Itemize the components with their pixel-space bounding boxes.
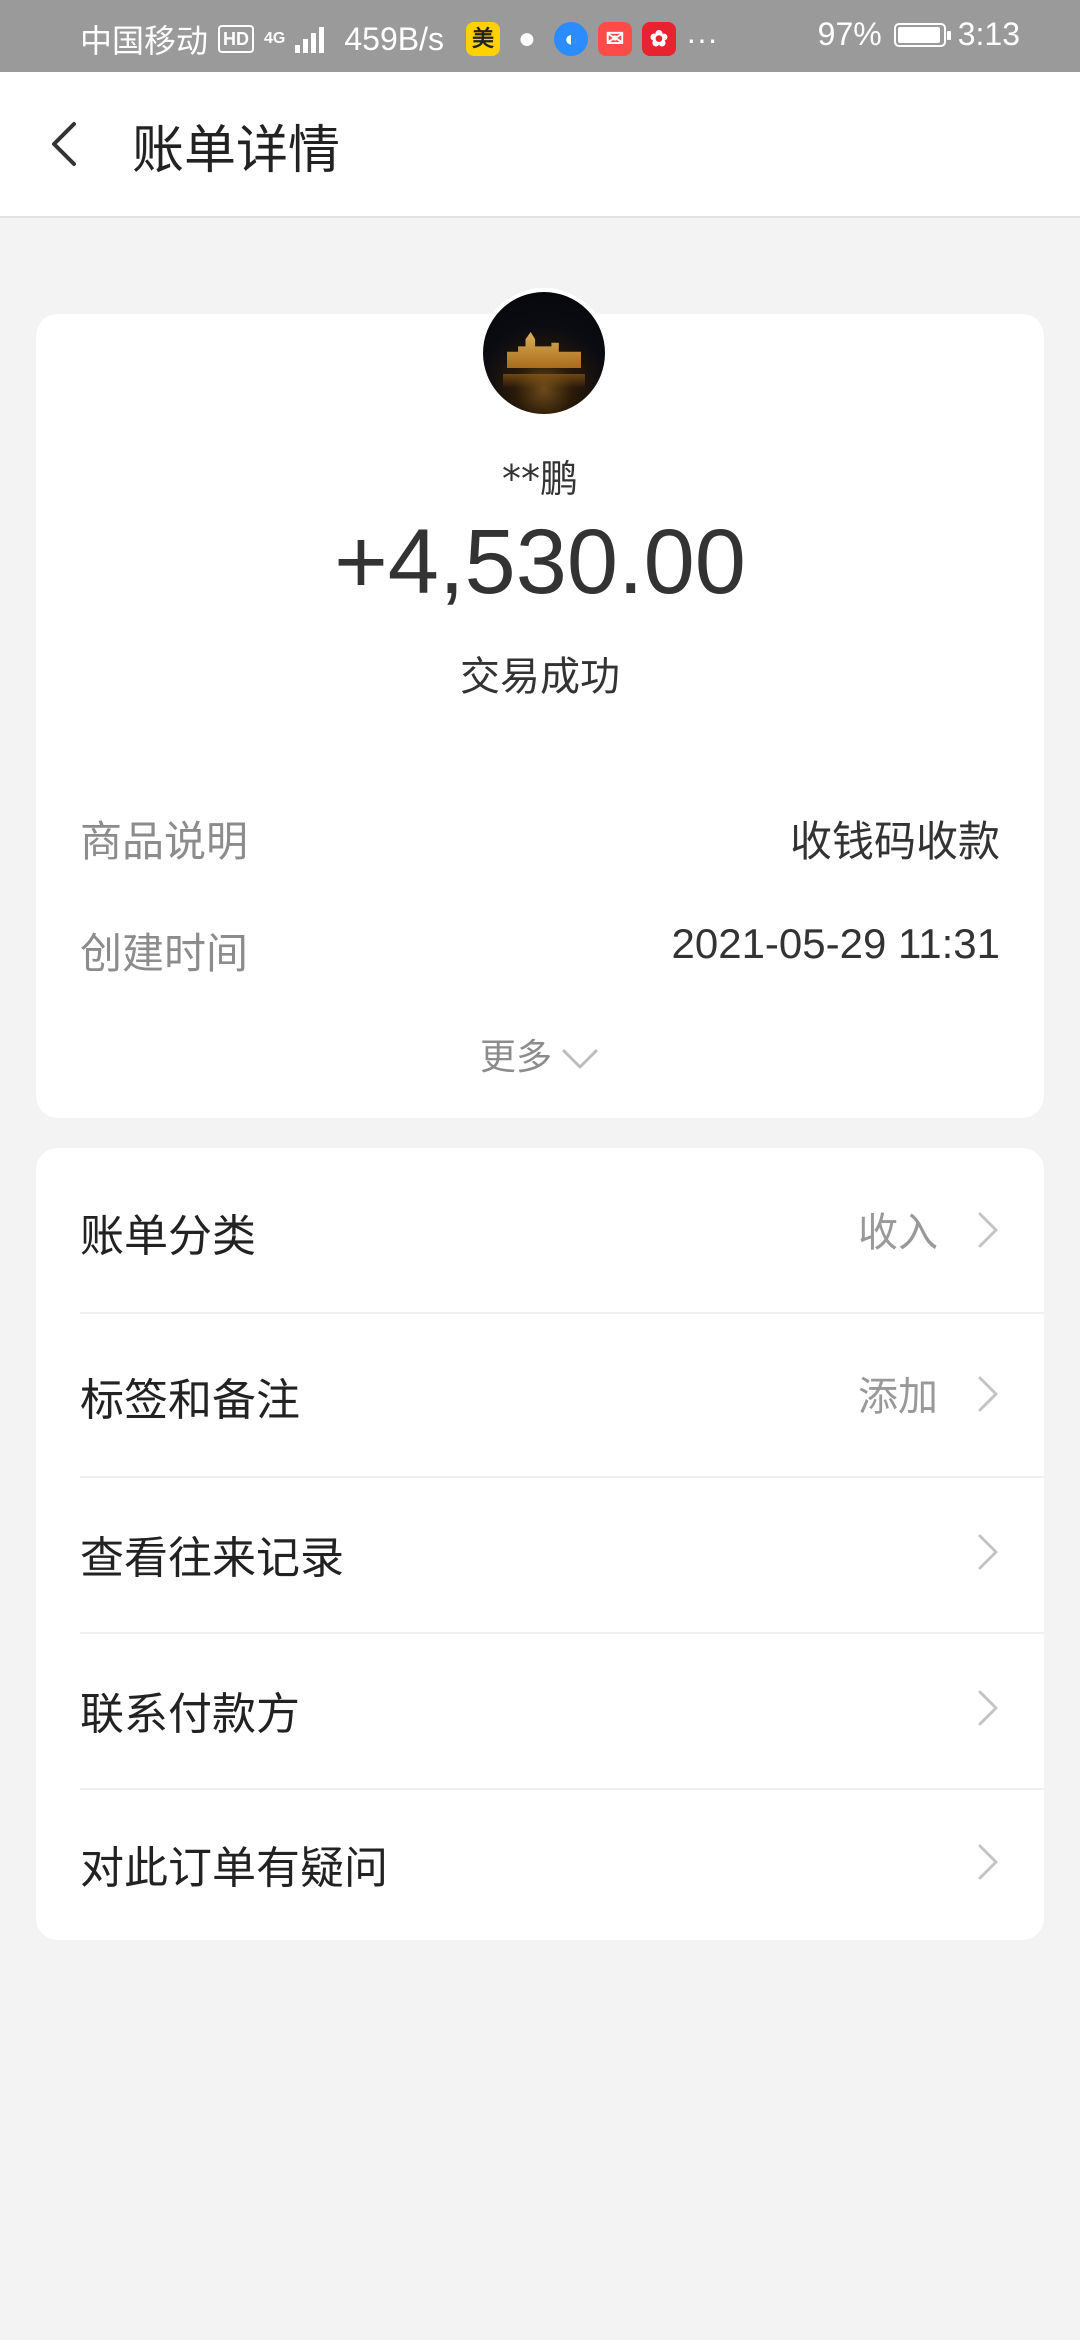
bill-actions-card: 账单分类 收入 标签和备注 添加 查看往来记录 联系付款方 对此订单有疑问 bbox=[36, 1148, 1044, 1940]
avatar-castle-image bbox=[507, 332, 581, 368]
status-bar-left: 中国移动 HD 4G 459B/s 美 ● ◐ ✉ ✿ ··· bbox=[80, 16, 718, 62]
battery-level-fill bbox=[897, 26, 941, 43]
menu-item-label: 账单分类 bbox=[80, 1211, 256, 1262]
page-title: 账单详情 bbox=[132, 121, 341, 181]
menu-item-label: 查看往来记录 bbox=[80, 1533, 344, 1584]
detail-row-description: 商品说明 收钱码收款 bbox=[80, 808, 1000, 868]
hd-icon: HD bbox=[218, 25, 255, 53]
chevron-right-icon bbox=[978, 1690, 998, 1726]
payer-name: **鹏 bbox=[501, 457, 578, 501]
menu-item-label: 对此订单有疑问 bbox=[80, 1843, 388, 1894]
avatar-reflection-image bbox=[503, 374, 585, 388]
mail-notification-icon: ✉ bbox=[597, 22, 632, 56]
transaction-amount: +4,530.00 bbox=[334, 511, 746, 613]
transaction-summary-card: **鹏 +4,530.00 交易成功 商品说明 收钱码收款 创建时间 2021-… bbox=[36, 288, 1044, 1118]
detail-row-created-time: 创建时间 2021-05-29 11:31 bbox=[80, 920, 1000, 980]
chevron-right-icon bbox=[978, 1212, 998, 1248]
menu-item-label: 联系付款方 bbox=[80, 1689, 300, 1740]
more-notifications-icon: ··· bbox=[685, 20, 718, 57]
transaction-status: 交易成功 bbox=[460, 654, 620, 700]
detail-value: 2021-05-29 11:31 bbox=[671, 920, 1001, 967]
signal-icon bbox=[295, 25, 325, 53]
status-bar-right: 97% 3:13 bbox=[818, 16, 1020, 53]
payer-avatar[interactable] bbox=[479, 288, 609, 418]
clock: 3:13 bbox=[957, 16, 1020, 52]
menu-item-value: 添加 bbox=[858, 1374, 938, 1420]
meituan-notification-icon: 美 bbox=[465, 22, 500, 56]
menu-item-label: 标签和备注 bbox=[80, 1375, 300, 1426]
browser-notification-icon: ◐ bbox=[553, 22, 588, 56]
carrier-label: 中国移动 bbox=[80, 23, 209, 59]
more-details-label: 更多 bbox=[479, 1037, 552, 1078]
detail-label: 创建时间 bbox=[80, 929, 249, 978]
chevron-right-icon bbox=[978, 1844, 998, 1880]
menu-item-contact-payer[interactable]: 联系付款方 bbox=[36, 1634, 1044, 1790]
menu-item-tags-notes[interactable]: 标签和备注 添加 bbox=[36, 1314, 1044, 1478]
menu-item-transaction-history[interactable]: 查看往来记录 bbox=[36, 1478, 1044, 1634]
back-button[interactable] bbox=[40, 112, 100, 176]
navigation-bar: 账单详情 bbox=[0, 72, 1080, 218]
more-details-button[interactable]: 更多 bbox=[36, 1028, 1044, 1080]
back-arrow-icon bbox=[52, 122, 76, 166]
detail-label: 商品说明 bbox=[80, 817, 249, 866]
menu-item-order-question[interactable]: 对此订单有疑问 bbox=[36, 1790, 1044, 1940]
shopping-notification-icon: ✿ bbox=[641, 22, 676, 56]
menu-item-value: 收入 bbox=[858, 1210, 938, 1256]
chevron-right-icon bbox=[978, 1534, 998, 1570]
menu-item-bill-category[interactable]: 账单分类 收入 bbox=[36, 1148, 1044, 1314]
chat-notification-icon: ● bbox=[517, 22, 537, 55]
battery-percent: 97% bbox=[817, 16, 882, 52]
chevron-right-icon bbox=[978, 1376, 998, 1412]
network-speed-label: 459B/s bbox=[344, 20, 444, 57]
battery-icon bbox=[893, 22, 951, 47]
status-bar: 中国移动 HD 4G 459B/s 美 ● ◐ ✉ ✿ ··· 97% 3:13 bbox=[0, 0, 1080, 72]
detail-value: 收钱码收款 bbox=[789, 817, 1000, 866]
chevron-down-icon bbox=[562, 1049, 598, 1069]
network-type-label: 4G bbox=[264, 30, 286, 47]
